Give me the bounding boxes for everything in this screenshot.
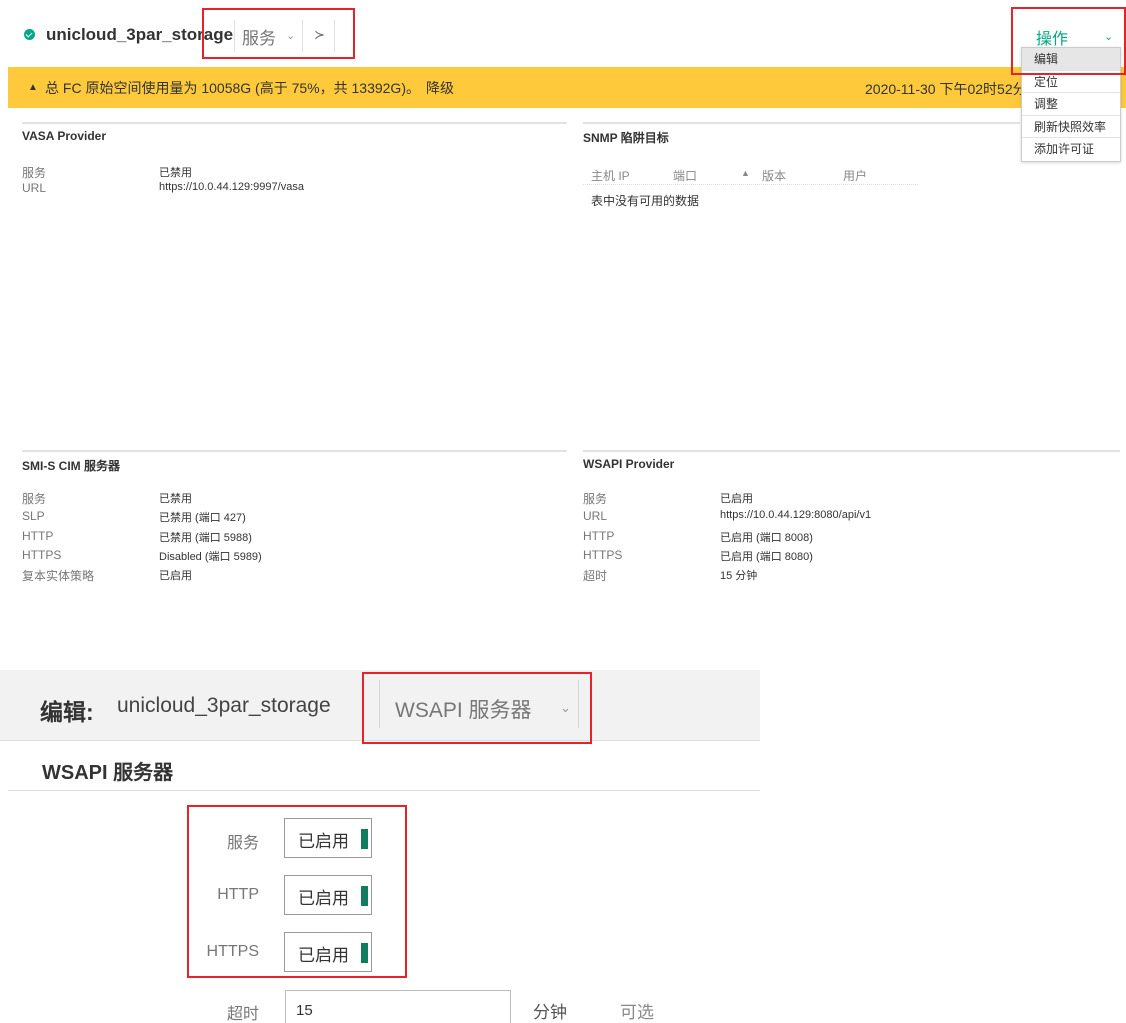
column-header-port[interactable]: 端口 [673, 167, 697, 184]
timeout-input[interactable]: 15 [285, 990, 511, 1023]
wsapi-value-http: 已启用 (端口 8008) [720, 532, 813, 544]
wsapi-value-timeout: 15 分钟 [720, 570, 758, 582]
smis-value-https: Disabled (端口 5989) [159, 551, 262, 563]
field-label-timeout: 超时 [226, 1006, 259, 1023]
section-divider [583, 450, 1120, 452]
smis-label-http: HTTP [22, 529, 54, 543]
menu-item-refresh-snapshot[interactable]: 刷新快照效率 [1022, 116, 1120, 138]
smis-label-https: HTTPS [22, 548, 62, 562]
wsapi-label-url: URL [583, 509, 608, 523]
vasa-label-url: URL [22, 181, 47, 195]
highlight-box-toggles [187, 805, 407, 978]
sort-ascending-icon[interactable]: ▲ [741, 168, 750, 178]
warning-triangle-icon: ▲ [28, 82, 38, 93]
status-ok-icon [24, 29, 35, 40]
edit-title-name: unicloud_3par_storage [117, 694, 331, 717]
smis-value-http: 已禁用 (端口 5988) [159, 532, 252, 544]
smis-label-slp: SLP [22, 509, 45, 523]
snmp-section-title: SNMP 陷阱目标 [583, 131, 669, 145]
highlight-box-view [202, 8, 355, 59]
alert-timestamp: 2020-11-30 下午02时52分 [865, 81, 1027, 97]
alert-status-link[interactable]: 降级 [426, 78, 454, 98]
smis-value-slp: 已禁用 (端口 427) [159, 512, 246, 524]
wsapi-label-http: HTTP [583, 529, 615, 543]
section-divider [22, 122, 567, 124]
timeout-input-value: 15 [296, 1002, 313, 1019]
smis-label-service: 服务 [22, 492, 47, 506]
vasa-section-title: VASA Provider [22, 129, 107, 143]
wsapi-section-title: WSAPI Provider [583, 457, 675, 471]
column-header-version[interactable]: 版本 [762, 167, 786, 184]
highlight-box-section-select [362, 672, 592, 744]
smis-section-title: SMI-S CIM 服务器 [22, 459, 120, 473]
section-divider [583, 122, 1020, 124]
wsapi-label-timeout: 超时 [583, 569, 608, 583]
highlight-box-actions [1011, 7, 1126, 75]
smis-value-replica-policy: 已启用 [159, 570, 192, 582]
smis-value-service: 已禁用 [159, 493, 192, 505]
form-section-heading: WSAPI 服务器 [42, 762, 174, 784]
vasa-label-service: 服务 [22, 166, 47, 180]
wsapi-label-service: 服务 [583, 492, 608, 506]
vasa-value-service: 已禁用 [159, 167, 192, 179]
wsapi-label-https: HTTPS [583, 548, 623, 562]
table-header-divider [583, 184, 918, 185]
smis-label-replica-policy: 复本实体策略 [22, 569, 95, 583]
column-header-user[interactable]: 用户 [843, 167, 867, 184]
table-empty-message: 表中没有可用的数据 [591, 194, 700, 208]
menu-item-add-license[interactable]: 添加许可证 [1022, 138, 1120, 161]
wsapi-value-service: 已启用 [720, 493, 753, 505]
edit-title-prefix: 编辑: [40, 699, 94, 725]
wsapi-value-url: https://10.0.44.129:8080/api/v1 [720, 509, 872, 521]
vasa-value-url: https://10.0.44.129:9997/vasa [159, 181, 304, 193]
menu-item-tune[interactable]: 调整 [1022, 93, 1120, 116]
section-divider [8, 790, 760, 791]
alert-message: 总 FC 原始空间使用量为 10058G (高于 75%，共 13392G)。 [45, 80, 420, 96]
column-header-host-ip[interactable]: 主机 IP [591, 167, 630, 184]
optional-hint: 可选 [620, 1003, 654, 1022]
timeout-unit: 分钟 [533, 1003, 567, 1022]
section-divider [22, 450, 567, 452]
wsapi-value-https: 已启用 (端口 8080) [720, 551, 813, 563]
